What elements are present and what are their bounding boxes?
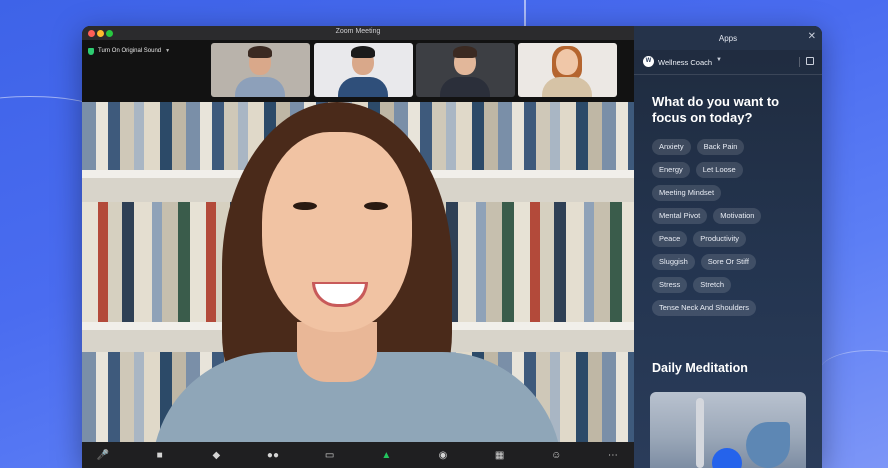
original-sound-label: Turn On Original Sound: [98, 48, 162, 54]
tag-mental-pivot[interactable]: Mental Pivot: [652, 208, 708, 224]
background-line: [524, 0, 526, 26]
focus-question: What do you want to focus on today?: [652, 94, 780, 125]
meditation-card[interactable]: [650, 392, 806, 468]
tag-sluggish[interactable]: Sluggish: [652, 254, 695, 270]
more-button[interactable]: ⋯: [602, 446, 624, 464]
tag-energy[interactable]: Energy: [652, 162, 690, 178]
meeting-toolbar: 🎤 ■ ◆ ●● ▭ ▲ ◉ ▦ ☺ ⋯: [82, 442, 634, 468]
participant-hair: [248, 46, 272, 58]
mute-button[interactable]: 🎤: [92, 446, 114, 464]
record-button[interactable]: ◉: [432, 446, 454, 464]
smiley-icon: ☺: [551, 449, 562, 461]
participant-body: [542, 77, 592, 97]
tag-back-pain[interactable]: Back Pain: [696, 139, 745, 155]
participant-hair: [351, 46, 375, 58]
tag-productivity[interactable]: Productivity: [693, 231, 747, 247]
chat-button[interactable]: ▭: [319, 446, 341, 464]
tag-peace[interactable]: Peace: [652, 231, 688, 247]
title-bar: Zoom Meeting: [82, 26, 634, 40]
shield-icon: ◆: [212, 449, 221, 461]
more-icon: ⋯: [607, 449, 618, 461]
participant-strip: Turn On Original Sound ▼: [82, 40, 634, 102]
chat-icon: ▭: [324, 449, 335, 461]
tag-stretch[interactable]: Stretch: [693, 277, 732, 293]
focus-tags: Anxiety Back Pain Energy Let Loose Meeti…: [652, 139, 820, 323]
tag-stress[interactable]: Stress: [652, 277, 688, 293]
participants-button[interactable]: ●●: [262, 446, 284, 464]
apps-panel: Apps ✕ W Wellness Coach ▼ What do you wa…: [634, 26, 822, 468]
participant-thumbnail[interactable]: [314, 43, 413, 97]
chevron-down-icon[interactable]: ▼: [716, 57, 722, 63]
video-button[interactable]: ■: [149, 446, 171, 464]
zoom-window: Zoom Meeting Turn On Original Sound ▼ 🎤 …: [82, 26, 822, 468]
panel-title: Apps: [718, 34, 738, 43]
background-arc: [820, 350, 888, 391]
tag-let-loose[interactable]: Let Loose: [695, 162, 743, 178]
app-selector[interactable]: W Wellness Coach ▼: [634, 50, 822, 75]
tag-sore-or-stiff[interactable]: Sore Or Stiff: [700, 254, 756, 270]
participant-body: [338, 77, 388, 97]
video-area: Turn On Original Sound ▼: [82, 40, 634, 442]
main-speaker-video: [82, 102, 634, 442]
participant-thumbnail[interactable]: [518, 43, 617, 97]
security-button[interactable]: ◆: [205, 446, 227, 464]
original-sound-button[interactable]: Turn On Original Sound ▼: [88, 45, 170, 57]
participant-hair: [453, 46, 477, 58]
panel-header: Apps ✕: [634, 26, 822, 50]
window-title: Zoom Meeting: [335, 28, 381, 35]
share-icon: ▲: [381, 449, 392, 461]
microphone-icon: 🎤: [96, 449, 110, 461]
tag-tense-neck-and-shoulders[interactable]: Tense Neck And Shoulders: [652, 300, 757, 316]
tag-anxiety[interactable]: Anxiety: [652, 139, 691, 155]
camera-icon: ■: [156, 449, 163, 461]
speaker: [82, 102, 634, 442]
share-screen-button[interactable]: ▲: [375, 446, 397, 464]
chevron-down-icon[interactable]: ▼: [165, 48, 170, 54]
wellness-logo-icon: W: [643, 56, 654, 67]
participant-thumbnail[interactable]: [416, 43, 515, 97]
participant-body: [235, 77, 285, 97]
tag-motivation[interactable]: Motivation: [713, 208, 762, 224]
record-icon: ◉: [438, 449, 448, 461]
app-name: Wellness Coach: [658, 58, 713, 67]
card-image-butterfly: [746, 422, 790, 468]
divider: [799, 57, 800, 67]
play-icon[interactable]: [712, 448, 742, 468]
apps-button[interactable]: ▦: [489, 446, 511, 464]
section-title: Daily Meditation: [652, 361, 748, 375]
close-icon[interactable]: ✕: [808, 32, 816, 42]
grid-icon: ▦: [494, 449, 505, 461]
participant-thumbnail[interactable]: [211, 43, 310, 97]
card-image-stem: [696, 398, 704, 468]
tag-meeting-mindset[interactable]: Meeting Mindset: [652, 185, 722, 201]
speaker-eye: [293, 202, 317, 210]
participant-head: [556, 49, 578, 75]
shield-icon: [88, 47, 94, 55]
speaker-eye: [364, 202, 388, 210]
reactions-button[interactable]: ☺: [545, 446, 567, 464]
participant-body: [440, 77, 490, 97]
people-icon: ●●: [266, 449, 280, 461]
external-link-icon[interactable]: [806, 57, 814, 65]
